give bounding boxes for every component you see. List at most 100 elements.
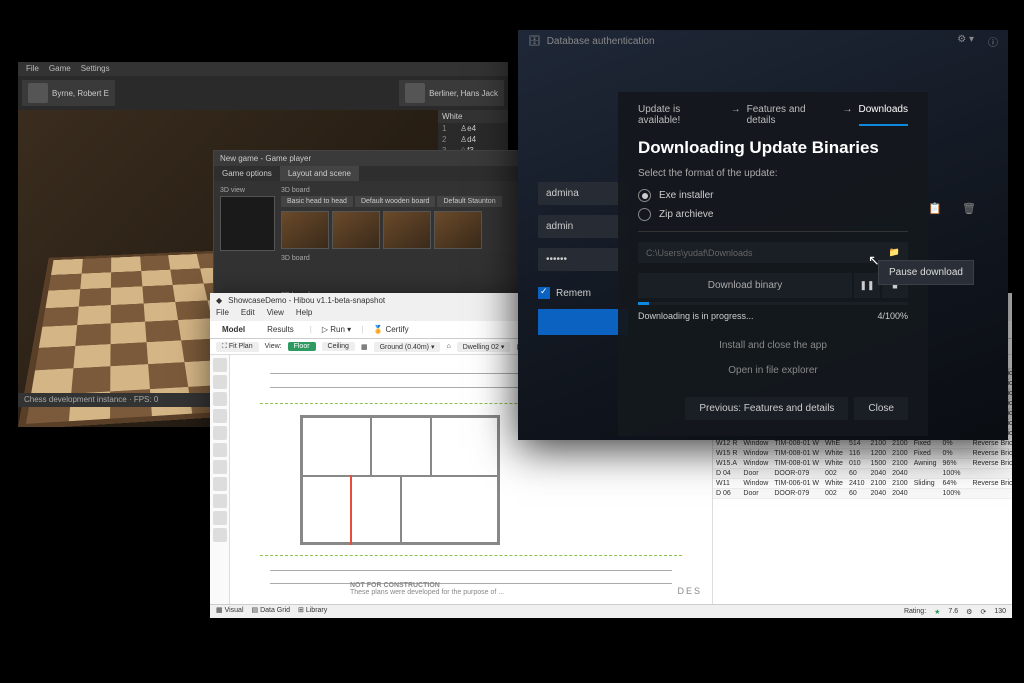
open-explorer-button[interactable]: Open in file explorer (638, 358, 908, 383)
menu-edit[interactable]: Edit (241, 308, 255, 320)
preset-wooden[interactable]: Default wooden board (355, 196, 436, 207)
modal-heading: Downloading Update Binaries (638, 138, 908, 158)
certify-button[interactable]: 🏅 Certify (373, 325, 408, 334)
wall-tool-icon[interactable] (213, 392, 227, 406)
menu-file[interactable]: File (216, 308, 229, 320)
table-row[interactable]: D 04DoorDOOR-0790026020402040100% (713, 469, 1012, 479)
ground-select[interactable]: Ground (0.40m) ▾ (374, 342, 441, 352)
updater-titlebar: 🗄 Database authentication ⚙ ▾ ⓘ (518, 30, 1008, 52)
measure-tool-icon[interactable] (213, 460, 227, 474)
dwelling-select[interactable]: Dwelling 02 ▾ (457, 342, 511, 352)
menu-view[interactable]: View (267, 308, 284, 320)
table-row[interactable]: W11WindowTIM-006-01 WWhite241021002100Sl… (713, 479, 1012, 489)
menu-game[interactable]: Game (49, 64, 71, 74)
tab-results[interactable]: Results (261, 323, 300, 336)
view-label: View: (265, 343, 282, 350)
chess-player-bar: Byrne, Robert E Berliner, Hans Jack (18, 76, 508, 110)
floor-button[interactable]: Floor (288, 342, 316, 351)
section-3d-view: 3D view (220, 187, 275, 194)
room-tool-icon[interactable] (213, 443, 227, 457)
checkbox-icon (538, 287, 550, 299)
preset-basic[interactable]: Basic head to head (281, 196, 353, 207)
trash-icon[interactable]: 🗑 (962, 202, 978, 218)
download-binary-button[interactable]: Download binary (638, 273, 852, 298)
menu-settings[interactable]: Settings (81, 64, 110, 74)
tab-model[interactable]: Model (216, 323, 251, 336)
board-thumb[interactable] (332, 211, 380, 249)
radio-exe[interactable]: Exe installer (638, 189, 908, 202)
remember-checkbox[interactable]: Remem (538, 287, 628, 299)
table-row[interactable]: W15 RWindowTIM-008-01 WWhite11612002100F… (713, 449, 1012, 459)
board-thumb[interactable] (434, 211, 482, 249)
player-name: Berliner, Hans Jack (429, 89, 498, 98)
folder-icon[interactable]: 📁 (889, 247, 900, 258)
gear-icon[interactable]: ⚙ ▾ (957, 34, 974, 49)
home-icon: ⌂ (446, 343, 450, 350)
design-mark: DES (677, 586, 702, 596)
board-thumb[interactable] (281, 211, 329, 249)
copy-icon[interactable]: 📋 (928, 202, 944, 218)
fit-plan-button[interactable]: ⛶ Fit Plan (216, 342, 259, 352)
preset-staunton[interactable]: Default Staunton (437, 196, 501, 207)
dialog-tabs: Game options Layout and scene (214, 166, 522, 181)
close-button[interactable]: Close (854, 397, 908, 420)
board-thumb[interactable] (383, 211, 431, 249)
stamp-sub: These plans were developed for the purpo… (350, 589, 504, 596)
cad-title-text: ShowcaseDemo - Hibou v1.1-beta-snapshot (228, 296, 385, 305)
bc-step[interactable]: Update is available! (638, 104, 725, 126)
zoom-value[interactable]: 130 (994, 608, 1006, 615)
shape-tool-icon[interactable] (213, 494, 227, 508)
star-icon: ★ (934, 608, 940, 616)
avatar (28, 83, 48, 103)
pan-tool-icon[interactable] (213, 375, 227, 389)
status-tab-library[interactable]: ⊞ Library (298, 606, 327, 617)
side-title: White (438, 110, 508, 123)
bc-step[interactable]: Features and details (747, 104, 837, 126)
install-button[interactable]: Install and close the app (638, 333, 908, 358)
layer-tool-icon[interactable] (213, 511, 227, 525)
table-row[interactable]: D 06DoorDOOR-0790026020402040100% (713, 489, 1012, 499)
window-tool-icon[interactable] (213, 426, 227, 440)
move-row[interactable]: 1♙e4 (438, 123, 508, 134)
password-field[interactable]: •••••• (538, 248, 628, 271)
previous-button[interactable]: Previous: Features and details (685, 397, 848, 420)
pause-button[interactable]: ❚❚ (854, 273, 880, 298)
zoom-tool-icon[interactable] (213, 528, 227, 542)
preview-thumb[interactable] (220, 196, 275, 251)
radio-zip[interactable]: Zip archieve (638, 208, 908, 221)
tooltip: Pause download (878, 260, 974, 285)
ceiling-button[interactable]: Ceiling (322, 342, 355, 351)
progress-bar (638, 302, 908, 305)
download-path-field[interactable]: C:\Users\yudaf\Downloads 📁 (638, 242, 908, 263)
breadcrumb: Update is available! → Features and deta… (638, 104, 908, 126)
role-field[interactable]: admin (538, 215, 628, 238)
tab-layout-scene[interactable]: Layout and scene (280, 166, 359, 181)
status-tab-visual[interactable]: ▦ Visual (216, 606, 244, 617)
menu-file[interactable]: File (26, 64, 39, 74)
player-left[interactable]: Byrne, Robert E (22, 80, 115, 106)
run-button[interactable]: ▷ Run ▾ (322, 325, 351, 334)
download-percent: 4/100% (877, 311, 908, 321)
tab-game-options[interactable]: Game options (214, 166, 280, 181)
login-form: admina admin •••••• Remem (538, 62, 628, 420)
text-tool-icon[interactable] (213, 477, 227, 491)
player-right[interactable]: Berliner, Hans Jack (399, 80, 504, 106)
info-icon[interactable]: ⓘ (988, 34, 998, 49)
gear-icon[interactable]: ⚙ (966, 608, 972, 616)
door-tool-icon[interactable] (213, 409, 227, 423)
login-button[interactable] (538, 309, 628, 335)
section-3d-board-2: 3D board (281, 255, 516, 262)
refresh-icon[interactable]: ⟳ (980, 608, 986, 616)
move-row[interactable]: 2♙d4 (438, 134, 508, 145)
status-tab-datagrid[interactable]: ▤ Data Grid (252, 606, 291, 617)
progress-fill (638, 302, 649, 305)
updater-app-window: 🗄 Database authentication ⚙ ▾ ⓘ admina a… (518, 30, 1008, 440)
table-row[interactable]: W15.AWindowTIM-008-01 WWhite01015002100A… (713, 459, 1012, 469)
database-icon: 🗄 (528, 36, 541, 47)
section-3d-board: 3D board (281, 187, 516, 194)
username-field[interactable]: admina (538, 182, 628, 205)
menu-help[interactable]: Help (296, 308, 312, 320)
rating-value: 7.6 (948, 608, 958, 615)
select-tool-icon[interactable] (213, 358, 227, 372)
table-row[interactable]: W12 RWindowTIM-008-01 WWhE51421002100Fix… (713, 439, 1012, 449)
